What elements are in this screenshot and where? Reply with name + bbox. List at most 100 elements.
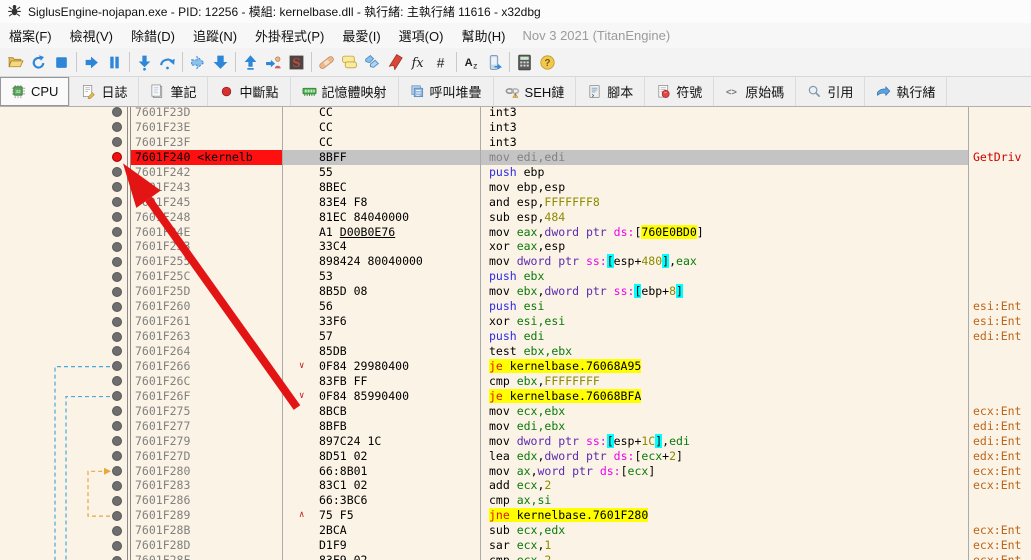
tab-seh-chain[interactable]: !SEH鏈 (494, 77, 577, 106)
breakpoint-dot[interactable] (112, 376, 122, 386)
instruction-cell[interactable]: mov ax,word ptr ds:[ecx] (481, 464, 969, 479)
address-cell[interactable]: 7601F279 (131, 434, 283, 449)
bytes-cell[interactable]: 55 (283, 165, 481, 180)
bytes-cell[interactable]: 83C1 02 (283, 478, 481, 493)
bytes-cell[interactable]: ∧75 F5 (283, 508, 481, 523)
toolbar-execute-till-user-button[interactable] (186, 50, 209, 74)
comment-cell[interactable]: ecx:Ent (969, 523, 1031, 538)
comment-cell[interactable] (969, 210, 1031, 225)
comment-cell[interactable]: esi:Ent (969, 299, 1031, 314)
toolbar-step-into-button[interactable] (133, 50, 156, 74)
comment-cell[interactable] (969, 389, 1031, 404)
toolbar-help-button[interactable]: ? (536, 50, 559, 74)
instruction-cell[interactable]: cmp ax,si (481, 493, 969, 508)
breakpoint-dot[interactable] (112, 167, 122, 177)
comment-cell[interactable] (969, 254, 1031, 269)
disasm-row[interactable]: 7601F27D8D51 02lea edx,dword ptr ds:[ecx… (0, 449, 1031, 464)
tab-script[interactable]: 腳本 (576, 77, 645, 106)
instruction-cell[interactable]: mov ebx,dword ptr ss:[ebp+8] (481, 284, 969, 299)
tab-threads[interactable]: 執行緒 (865, 77, 947, 106)
tab-source[interactable]: <>原始碼 (714, 77, 796, 106)
breakpoint-dot[interactable] (112, 137, 122, 147)
tab-references[interactable]: 引用 (796, 77, 865, 106)
comment-cell[interactable]: esi:Ent (969, 314, 1031, 329)
disasm-row[interactable]: 7601F25D8B5D 08mov ebx,dword ptr ss:[ebp… (0, 284, 1031, 299)
address-cell[interactable]: 7601F28F (131, 553, 283, 560)
toolbar-assemble-button[interactable]: Az (460, 50, 483, 74)
instruction-cell[interactable]: int3 (481, 120, 969, 135)
address-cell[interactable]: 7601F240 <kernelb (131, 150, 283, 165)
bytes-cell[interactable]: 83F9 02 (283, 553, 481, 560)
bytes-cell[interactable]: 2BCA (283, 523, 481, 538)
disasm-row[interactable]: 7601F24255push ebp (0, 165, 1031, 180)
instruction-cell[interactable]: xor eax,esp (481, 239, 969, 254)
address-cell[interactable]: 7601F28B (131, 523, 283, 538)
comment-cell[interactable] (969, 508, 1031, 523)
menu-item-5[interactable]: 最愛(I) (333, 22, 389, 49)
toolbar-bookmark-button[interactable] (384, 50, 407, 74)
instruction-cell[interactable]: sar ecx,1 (481, 538, 969, 553)
bytes-cell[interactable]: 897C24 1C (283, 434, 481, 449)
tab-symbols[interactable]: 符號 (645, 77, 714, 106)
comment-cell[interactable] (969, 344, 1031, 359)
instruction-cell[interactable]: int3 (481, 135, 969, 150)
address-cell[interactable]: 7601F263 (131, 329, 283, 344)
toolbar-attach-button[interactable] (483, 50, 506, 74)
tab-log[interactable]: 日誌 (70, 77, 139, 106)
address-cell[interactable]: 7601F25C (131, 269, 283, 284)
bytes-cell[interactable]: A1 D00B0E76 (283, 225, 481, 240)
breakpoint-dot[interactable] (112, 272, 122, 282)
address-cell[interactable]: 7601F260 (131, 299, 283, 314)
breakpoint-dot[interactable] (112, 242, 122, 252)
disasm-row[interactable]: 7601F255898424 80040000mov dword ptr ss:… (0, 254, 1031, 269)
toolbar-function-analysis-button[interactable]: fx (407, 50, 430, 74)
menu-item-2[interactable]: 除錯(D) (122, 22, 184, 49)
address-cell[interactable]: 7601F255 (131, 254, 283, 269)
bytes-cell[interactable]: 33F6 (283, 314, 481, 329)
instruction-cell[interactable]: mov ebp,esp (481, 180, 969, 195)
breakpoint-dot[interactable] (112, 212, 122, 222)
address-cell[interactable]: 7601F280 (131, 464, 283, 479)
bytes-cell[interactable]: 83E4 F8 (283, 195, 481, 210)
comment-cell[interactable] (969, 225, 1031, 240)
address-cell[interactable]: 7601F248 (131, 210, 283, 225)
disasm-row[interactable]: 7601F26357push ediedi:Ent (0, 329, 1031, 344)
breakpoint-dot[interactable] (112, 436, 122, 446)
toolbar-restart-button[interactable] (27, 50, 50, 74)
comment-cell[interactable]: edi:Ent (969, 434, 1031, 449)
address-cell[interactable]: 7601F24E (131, 225, 283, 240)
breakpoint-dot[interactable] (112, 481, 122, 491)
breakpoint-dot[interactable] (112, 107, 122, 117)
instruction-cell[interactable]: push esi (481, 299, 969, 314)
menu-item-6[interactable]: 選項(O) (390, 22, 453, 49)
address-cell[interactable]: 7601F289 (131, 508, 283, 523)
toolbar-patch-button[interactable] (315, 50, 338, 74)
disasm-row[interactable]: 7601F240 <kernelb8BFFmov edi,ediGetDriv (0, 150, 1031, 165)
breakpoint-dot[interactable] (112, 511, 122, 521)
instruction-cell[interactable]: push ebx (481, 269, 969, 284)
bytes-cell[interactable]: 8BCB (283, 404, 481, 419)
instruction-cell[interactable]: mov eax,dword ptr ds:[760E0BD0] (481, 225, 969, 240)
breakpoint-dot[interactable] (112, 152, 122, 162)
instruction-cell[interactable]: push edi (481, 329, 969, 344)
disasm-row[interactable]: 7601F24583E4 F8and esp,FFFFFFF8 (0, 195, 1031, 210)
instruction-cell[interactable]: mov dword ptr ss:[esp+480],eax (481, 254, 969, 269)
breakpoint-dot[interactable] (112, 122, 122, 132)
address-cell[interactable]: 7601F23E (131, 120, 283, 135)
instruction-cell[interactable]: xor esi,esi (481, 314, 969, 329)
breakpoint-dot[interactable] (112, 526, 122, 536)
bytes-cell[interactable]: 57 (283, 329, 481, 344)
comment-cell[interactable]: ecx:Ent (969, 404, 1031, 419)
breakpoint-dot[interactable] (112, 406, 122, 416)
bytes-cell[interactable]: 83FB FF (283, 374, 481, 389)
comment-cell[interactable] (969, 180, 1031, 195)
comment-cell[interactable]: ecx:Ent (969, 538, 1031, 553)
instruction-cell[interactable]: mov dword ptr ss:[esp+1C],edi (481, 434, 969, 449)
instruction-cell[interactable]: add ecx,2 (481, 478, 969, 493)
comment-cell[interactable] (969, 107, 1031, 120)
disasm-row[interactable]: 7601F24EA1 D00B0E76mov eax,dword ptr ds:… (0, 225, 1031, 240)
disasm-row[interactable]: 7601F28B2BCAsub ecx,edxecx:Ent (0, 523, 1031, 538)
comment-cell[interactable] (969, 284, 1031, 299)
breakpoint-dot[interactable] (112, 332, 122, 342)
comment-cell[interactable] (969, 165, 1031, 180)
